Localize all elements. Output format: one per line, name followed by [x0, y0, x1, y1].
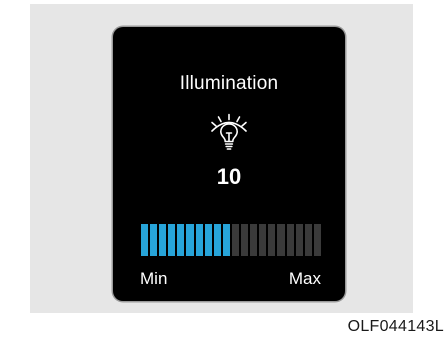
- level-segment-active: [186, 224, 194, 256]
- level-segment-inactive: [304, 224, 312, 256]
- min-label: Min: [140, 269, 168, 288]
- illumination-level-value: 10: [216, 164, 242, 189]
- level-segment-active: [177, 224, 185, 256]
- figure-code: OLF044143L: [347, 318, 444, 335]
- illumination-level-bar[interactable]: [141, 224, 321, 256]
- level-segment-inactive: [231, 224, 240, 256]
- level-segment-active: [204, 224, 212, 256]
- level-segment-inactive: [286, 224, 294, 256]
- bulb-with-rays-icon: [209, 112, 249, 152]
- level-segment-active: [213, 224, 221, 256]
- level-segment-active: [141, 224, 149, 256]
- level-segment-active: [222, 224, 230, 256]
- level-segment-inactive: [250, 224, 258, 256]
- level-segment-active: [195, 224, 203, 256]
- level-segment-inactive: [295, 224, 303, 256]
- level-segment-inactive: [241, 224, 249, 256]
- level-segment-inactive: [277, 224, 285, 256]
- max-label: Max: [288, 269, 321, 288]
- level-segment-inactive: [313, 224, 321, 256]
- setting-title: Illumination: [179, 73, 279, 94]
- level-segment-active: [168, 224, 176, 256]
- level-segment-active: [150, 224, 158, 256]
- level-segment-active: [159, 224, 167, 256]
- level-segment-inactive: [268, 224, 276, 256]
- cluster-display: Illumination 10 Min Max: [113, 27, 345, 301]
- level-segment-inactive: [259, 224, 267, 256]
